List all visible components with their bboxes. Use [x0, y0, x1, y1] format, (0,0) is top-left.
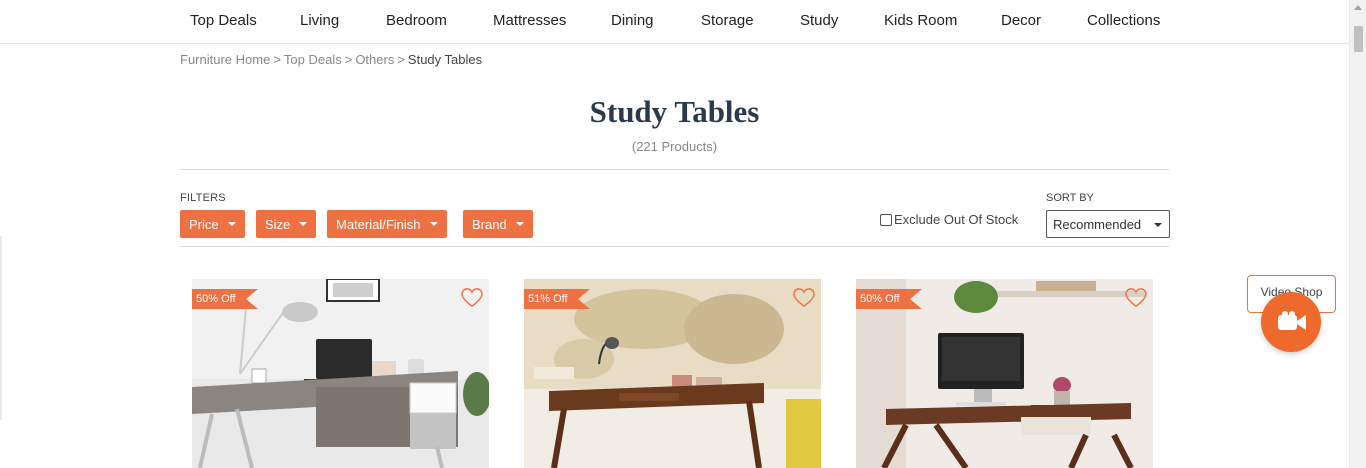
filter-size-label: Size [265, 216, 291, 232]
discount-badge: 50% Off [856, 289, 922, 309]
breadcrumb-others[interactable]: Others [355, 52, 394, 67]
sort-selected-value: Recommended [1053, 216, 1142, 232]
video-camera-icon [1278, 311, 1306, 330]
exclude-out-of-stock[interactable]: Exclude Out Of Stock [880, 212, 1018, 227]
product-card[interactable]: 50% Off [192, 279, 489, 468]
caret-down-icon [227, 222, 236, 226]
product-count: (221 Products) [631, 139, 718, 154]
nav-living[interactable]: Living [300, 12, 339, 29]
video-call-button[interactable] [1261, 292, 1321, 352]
discount-badge: 51% Off [524, 289, 590, 309]
caret-down-icon [299, 222, 308, 226]
nav-mattresses[interactable]: Mattresses [493, 12, 566, 29]
page-title: Study Tables [589, 94, 760, 129]
divider [180, 246, 1170, 247]
nav-kids-room[interactable]: Kids Room [884, 12, 957, 29]
scroll-thumb[interactable] [1354, 26, 1363, 52]
filter-brand-button[interactable]: Brand [463, 210, 533, 238]
caret-down-icon [429, 222, 438, 226]
heart-outline-icon[interactable] [461, 288, 483, 308]
breadcrumb-separator: > [344, 52, 353, 67]
caret-down-icon [1154, 223, 1162, 227]
discount-badge: 50% Off [192, 289, 258, 309]
nav-dining[interactable]: Dining [611, 12, 654, 29]
product-card[interactable]: 50% Off [856, 279, 1153, 468]
filters-label: FILTERS [180, 192, 226, 204]
scroll-up-arrow-icon[interactable] [1354, 5, 1362, 10]
heart-outline-icon[interactable] [1125, 288, 1147, 308]
breadcrumb-current: Study Tables [407, 52, 483, 67]
filter-brand-label: Brand [472, 216, 507, 232]
nav-storage[interactable]: Storage [701, 12, 754, 29]
nav-top-deals[interactable]: Top Deals [190, 12, 257, 29]
left-edge-divider [0, 236, 2, 420]
divider [180, 169, 1170, 170]
filter-price-label: Price [189, 216, 219, 232]
filter-size-button[interactable]: Size [256, 210, 317, 238]
heart-outline-icon[interactable] [793, 288, 815, 308]
exclude-out-of-stock-checkbox[interactable] [880, 213, 892, 226]
breadcrumb-top-deals[interactable]: Top Deals [284, 52, 342, 67]
nav-decor[interactable]: Decor [1001, 12, 1041, 29]
breadcrumb-separator: > [273, 52, 281, 67]
top-nav: Top Deals Living Bedroom Mattresses Dini… [0, 0, 1349, 44]
breadcrumb-furniture-home[interactable]: Furniture Home [180, 52, 270, 67]
exclude-out-of-stock-label: Exclude Out Of Stock [894, 212, 1019, 227]
product-card[interactable]: 51% Off [524, 279, 821, 468]
scrollbar[interactable] [1349, 0, 1366, 468]
caret-down-icon [515, 222, 524, 226]
breadcrumb: Furniture Home > Top Deals > Others > Study Ta… [180, 52, 482, 67]
filter-material-label: Material/Finish [336, 216, 421, 232]
nav-study[interactable]: Study [800, 12, 838, 29]
breadcrumb-separator: > [397, 52, 405, 67]
filter-price-button[interactable]: Price [180, 210, 245, 238]
nav-bedroom[interactable]: Bedroom [386, 12, 447, 29]
filter-material-button[interactable]: Material/Finish [327, 210, 447, 238]
sort-by-label: SORT BY [1046, 192, 1094, 204]
nav-collections[interactable]: Collections [1087, 12, 1160, 29]
sort-select[interactable]: Recommended [1046, 210, 1170, 238]
